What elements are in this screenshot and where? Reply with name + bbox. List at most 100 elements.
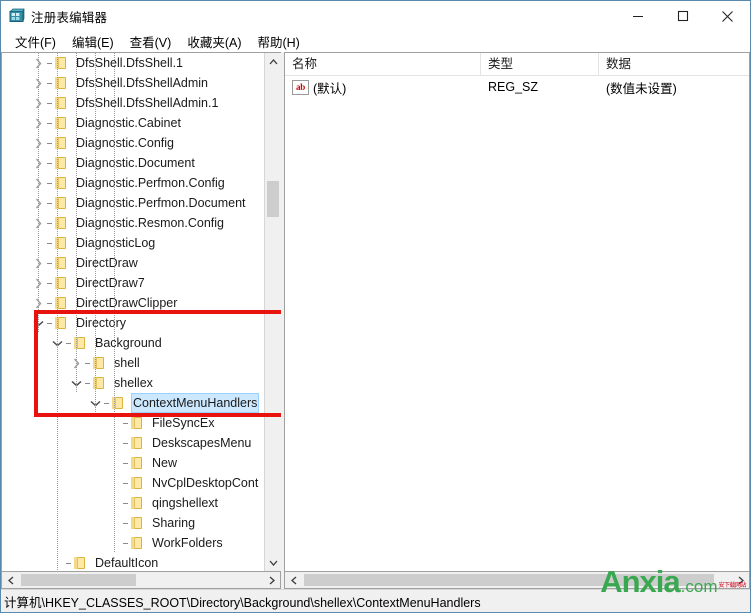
tree-leaf-spacer <box>30 233 46 253</box>
tree-item-diagnostic-perfmon-document[interactable]: Diagnostic.Perfmon.Document <box>2 193 264 213</box>
tree-item-dfsshell-dfsshell-1[interactable]: DfsShell.DfsShell.1 <box>2 53 264 73</box>
tree-item-defaulticon[interactable]: DefaultIcon <box>2 553 264 571</box>
column-header-type[interactable]: 类型 <box>481 53 599 75</box>
values-header: 名称 类型 数据 <box>285 53 749 76</box>
tree-item-label: Directory <box>76 316 127 330</box>
tree-item-shellex[interactable]: shellex <box>2 373 264 393</box>
tree-item-filesyncex[interactable]: FileSyncEx <box>2 413 264 433</box>
chevron-right-icon[interactable] <box>30 253 46 273</box>
chevron-right-icon[interactable] <box>30 93 46 113</box>
tree-horizontal-scrollbar[interactable] <box>1 572 281 589</box>
folder-icon <box>129 516 145 530</box>
tree-item-dfsshell-dfsshelladmin[interactable]: DfsShell.DfsShellAdmin <box>2 73 264 93</box>
folder-icon <box>53 56 69 70</box>
chevron-down-icon[interactable] <box>87 393 103 413</box>
tree-item-directdraw[interactable]: DirectDraw <box>2 253 264 273</box>
tree-connector <box>46 113 53 133</box>
window-title: 注册表编辑器 <box>31 10 108 25</box>
tree-item-new[interactable]: New <box>2 453 264 473</box>
chevron-right-icon[interactable] <box>30 153 46 173</box>
column-header-name[interactable]: 名称 <box>285 53 481 75</box>
menu-edit[interactable]: 编辑(E) <box>64 30 122 54</box>
chevron-right-icon[interactable] <box>30 273 46 293</box>
column-header-data[interactable]: 数据 <box>599 53 739 75</box>
menu-help[interactable]: 帮助(H) <box>249 30 307 54</box>
tree-item-label: NvCplDesktopCont <box>152 476 259 490</box>
registry-editor-window: 注册表编辑器 文件(F) 编辑(E) 查看(V) 收藏夹(A) 帮助(H) Df… <box>0 0 751 613</box>
close-button[interactable] <box>705 2 750 31</box>
chevron-down-icon[interactable] <box>49 333 65 353</box>
tree-connector <box>122 453 129 473</box>
tree-item-label: shellex <box>114 376 153 390</box>
chevron-right-icon[interactable] <box>30 113 46 133</box>
status-bar: 计算机\HKEY_CLASSES_ROOT\Directory\Backgrou… <box>1 589 750 612</box>
tree-item-directdraw7[interactable]: DirectDraw7 <box>2 273 264 293</box>
chevron-right-icon[interactable] <box>30 193 46 213</box>
maximize-button[interactable] <box>660 2 705 31</box>
value-name-text: (默认) <box>313 81 347 96</box>
tree-item-directory[interactable]: Directory <box>2 313 264 333</box>
scroll-right-arrow[interactable] <box>263 573 280 588</box>
tree-leaf-spacer <box>106 413 122 433</box>
tree-item-label: DirectDraw <box>76 256 138 270</box>
values-list[interactable]: 名称 类型 数据 ab (默认) REG_SZ (数值未设置) <box>284 52 750 572</box>
values-scroll-left-arrow[interactable] <box>285 573 302 588</box>
tree-item-background[interactable]: Background <box>2 333 264 353</box>
tree-hscroll-thumb[interactable] <box>21 574 136 586</box>
scroll-left-arrow[interactable] <box>2 573 19 588</box>
folder-icon <box>129 496 145 510</box>
chevron-right-icon[interactable] <box>30 133 46 153</box>
folder-icon <box>53 256 69 270</box>
tree-item-label: DiagnosticLog <box>76 236 156 250</box>
folder-icon <box>129 536 145 550</box>
minimize-button[interactable] <box>615 2 660 31</box>
tree-item-workfolders[interactable]: WorkFolders <box>2 533 264 553</box>
values-pane: 名称 类型 数据 ab (默认) REG_SZ (数值未设置) <box>284 52 750 589</box>
tree-item-label: Diagnostic.Perfmon.Document <box>76 196 246 210</box>
tree-item-shell[interactable]: shell <box>2 353 264 373</box>
menu-favorites[interactable]: 收藏夹(A) <box>179 30 249 54</box>
tree-item-diagnostic-perfmon-config[interactable]: Diagnostic.Perfmon.Config <box>2 173 264 193</box>
tree-item-diagnostic-config[interactable]: Diagnostic.Config <box>2 133 264 153</box>
tree-item-diagnostic-resmon-config[interactable]: Diagnostic.Resmon.Config <box>2 213 264 233</box>
chevron-right-icon[interactable] <box>30 293 46 313</box>
values-horizontal-scrollbar[interactable] <box>284 572 750 589</box>
tree-item-deskscapesmenu[interactable]: DeskscapesMenu <box>2 433 264 453</box>
chevron-down-icon[interactable] <box>30 313 46 333</box>
tree-item-contextmenuhandlers[interactable]: ContextMenuHandlers <box>2 393 264 413</box>
chevron-right-icon[interactable] <box>30 173 46 193</box>
menu-file[interactable]: 文件(F) <box>7 30 64 54</box>
menu-view[interactable]: 查看(V) <box>122 30 180 54</box>
tree-item-qingshellext[interactable]: qingshellext <box>2 493 264 513</box>
tree-item-diagnostic-document[interactable]: Diagnostic.Document <box>2 153 264 173</box>
tree-item-diagnosticlog[interactable]: DiagnosticLog <box>2 233 264 253</box>
chevron-right-icon[interactable] <box>30 53 46 73</box>
table-row[interactable]: ab (默认) REG_SZ (数值未设置) <box>285 76 749 98</box>
tree-item-dfsshell-dfsshelladmin-1[interactable]: DfsShell.DfsShellAdmin.1 <box>2 93 264 113</box>
values-hscroll-thumb[interactable] <box>304 574 714 586</box>
chevron-right-icon[interactable] <box>68 353 84 373</box>
registry-tree[interactable]: DfsShell.DfsShell.1 DfsShell.DfsShellAdmi… <box>1 52 281 572</box>
title-bar: 注册表编辑器 <box>1 1 750 31</box>
scroll-up-arrow[interactable] <box>265 53 281 70</box>
tree-leaf-spacer <box>106 533 122 553</box>
chevron-right-icon[interactable] <box>30 213 46 233</box>
tree-connector <box>46 233 53 253</box>
tree-item-sharing[interactable]: Sharing <box>2 513 264 533</box>
tree-vertical-scrollbar[interactable] <box>264 53 281 571</box>
tree-item-directdrawclipper[interactable]: DirectDrawClipper <box>2 293 264 313</box>
values-scroll-right-arrow[interactable] <box>732 573 749 588</box>
tree-scroll-thumb[interactable] <box>267 181 279 217</box>
tree-connector <box>46 293 53 313</box>
chevron-right-icon[interactable] <box>30 73 46 93</box>
chevron-down-icon[interactable] <box>68 373 84 393</box>
scroll-down-arrow[interactable] <box>265 554 281 571</box>
folder-icon <box>53 276 69 290</box>
tree-item-nvcpldesktopcont[interactable]: NvCplDesktopCont <box>2 473 264 493</box>
tree-item-diagnostic-cabinet[interactable]: Diagnostic.Cabinet <box>2 113 264 133</box>
